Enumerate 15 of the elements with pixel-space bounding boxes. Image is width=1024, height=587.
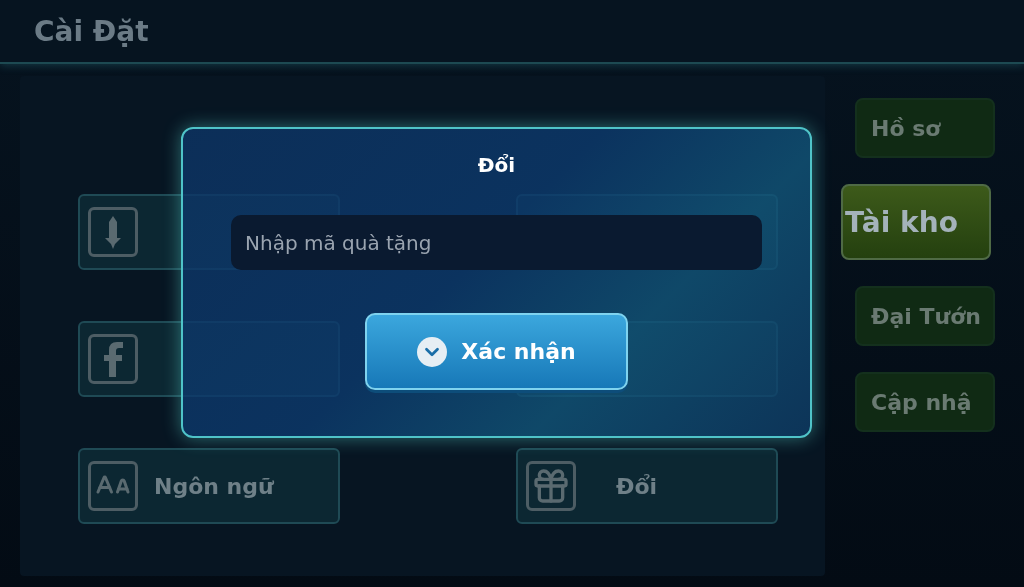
sidebar-tab[interactable]: Tài kho bbox=[841, 184, 991, 260]
option-label: Đổi bbox=[616, 473, 658, 499]
sidebar-tab[interactable]: Cập nhậ bbox=[855, 372, 995, 432]
confirm-button[interactable]: Xác nhận bbox=[365, 313, 628, 390]
page-title: Cài Đặt bbox=[34, 14, 149, 48]
option-card[interactable]: Đổi bbox=[516, 448, 778, 524]
option-label: Ngôn ngữ bbox=[154, 473, 274, 499]
facebook-icon bbox=[102, 341, 124, 377]
sidebar-tab[interactable]: Hồ sơ bbox=[855, 98, 995, 158]
sidebar-tab[interactable]: Đại Tướn bbox=[855, 286, 995, 346]
dialog-title: Đổi bbox=[477, 153, 516, 177]
gift-icon bbox=[531, 466, 571, 506]
gift-code-field[interactable]: Nhập mã quà tặng bbox=[231, 215, 762, 270]
option-card[interactable]: Ngôn ngữ bbox=[78, 448, 340, 524]
chevron-circle-icon bbox=[417, 336, 448, 367]
